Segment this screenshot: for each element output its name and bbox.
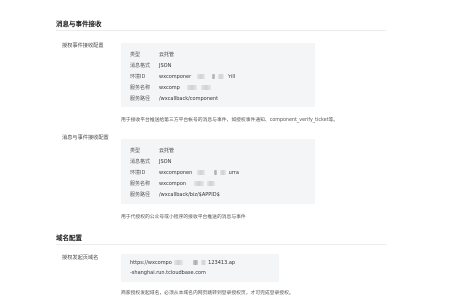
domain-url-prefix: https://wxcompo (130, 260, 172, 266)
domain-url-line-1: https://wxcompo 123413.ap (130, 260, 235, 266)
config-row-env-id: 环境ID wxcomponer 'rill (130, 73, 235, 80)
redacted-block (214, 170, 218, 175)
auth-event-description: 用于接收平台推送给第三方平台帐号的消息与事件，如授权事件通知、component… (121, 118, 339, 123)
section-divider (56, 30, 386, 31)
message-event-receive-label: 消息与事件接收配置 (62, 135, 109, 141)
redacted-block (201, 85, 212, 90)
auth-origin-domain-label: 授权发起页域名 (62, 255, 99, 261)
section-title-domain-config: 域名配置 (56, 234, 82, 242)
config-row-service-path: 服务路径/wxcallback/biz/$APPID$ (130, 191, 220, 198)
domain-config-box: https://wxcompo 123413.ap -shanghai.run.… (121, 254, 279, 282)
redacted-block (196, 170, 205, 175)
config-key: 类型 (130, 52, 141, 58)
config-key: 服务名称 (130, 85, 151, 91)
redacted-block (193, 181, 204, 186)
config-value: wxcomponen (159, 170, 193, 176)
config-value: wxcompon (159, 181, 187, 187)
domain-url-continuation: -shanghai.run.tcloudbase.com (130, 270, 206, 276)
redacted-block (196, 74, 205, 79)
redacted-block (212, 74, 216, 79)
domain-url-suffix: 123413.ap (208, 260, 236, 266)
config-row-type: 类型 云托管 (130, 51, 174, 58)
domain-url-line-2: -shanghai.run.tcloudbase.com (130, 270, 206, 276)
config-row-format: 消息格式 JSON (130, 158, 171, 165)
message-event-description: 用于代授权的公众号或小程序的接收平台推送的消息与事件 (121, 215, 246, 220)
config-key: 服务路径 (130, 96, 151, 102)
config-value-suffix: 'rill (227, 74, 236, 80)
auth-event-config-box: 类型 云托管 消息格式 JSON 环境ID wxcomponer 'rill 服务名称… (121, 43, 315, 107)
config-value: JSON (159, 159, 172, 165)
config-key: 消息格式 (130, 63, 151, 69)
redacted-block (220, 170, 227, 175)
config-value: /wxcallback/component (159, 96, 219, 102)
config-row-env-id: 环境ID wxcomponen urra (130, 169, 239, 176)
config-key: 服务路径 (130, 192, 151, 198)
config-row-service-name: 服务名称 wxcompon (130, 180, 216, 187)
config-key: 消息格式 (130, 159, 151, 165)
config-row-type: 类型 云托管 (130, 147, 174, 154)
redacted-block (207, 181, 216, 186)
config-value: wxcomp (159, 85, 180, 91)
config-key: 类型 (130, 148, 141, 154)
section-divider (56, 244, 386, 245)
message-event-config-box: 类型 云托管 消息格式 JSON 环境ID wxcomponen urra 服务名称 w… (121, 139, 315, 204)
config-value: /wxcallback/biz/$APPID$ (159, 192, 220, 198)
config-value: 云托管 (159, 148, 175, 154)
redacted-block (187, 85, 198, 90)
config-value: wxcomponer (159, 74, 192, 80)
config-key: 环境ID (130, 170, 146, 176)
domain-description: 商家授权发起域名，必须从本域名内网页跳转到登录授权页，才可完成登录授权。 (121, 291, 294, 296)
settings-page: 消息与事件接收 授权事件接收配置 类型 云托管 消息格式 JSON 环境ID wxco… (0, 0, 474, 297)
auth-event-receive-label: 授权事件接收配置 (62, 43, 104, 49)
config-row-service-name: 服务名称 wxcomp (130, 84, 212, 91)
config-key: 服务名称 (130, 181, 151, 187)
config-value: 云托管 (159, 52, 175, 58)
section-title-message-events: 消息与事件接收 (56, 20, 102, 28)
config-row-service-path: 服务路径/wxcallback/component (130, 95, 218, 102)
redacted-block (192, 260, 198, 265)
config-key: 环境ID (130, 74, 146, 80)
redacted-block (174, 260, 184, 265)
config-row-format: 消息格式 JSON (130, 62, 171, 69)
redacted-block (217, 74, 224, 79)
redacted-block (200, 260, 206, 265)
config-value-suffix: urra (228, 170, 239, 176)
config-value: JSON (159, 63, 172, 69)
